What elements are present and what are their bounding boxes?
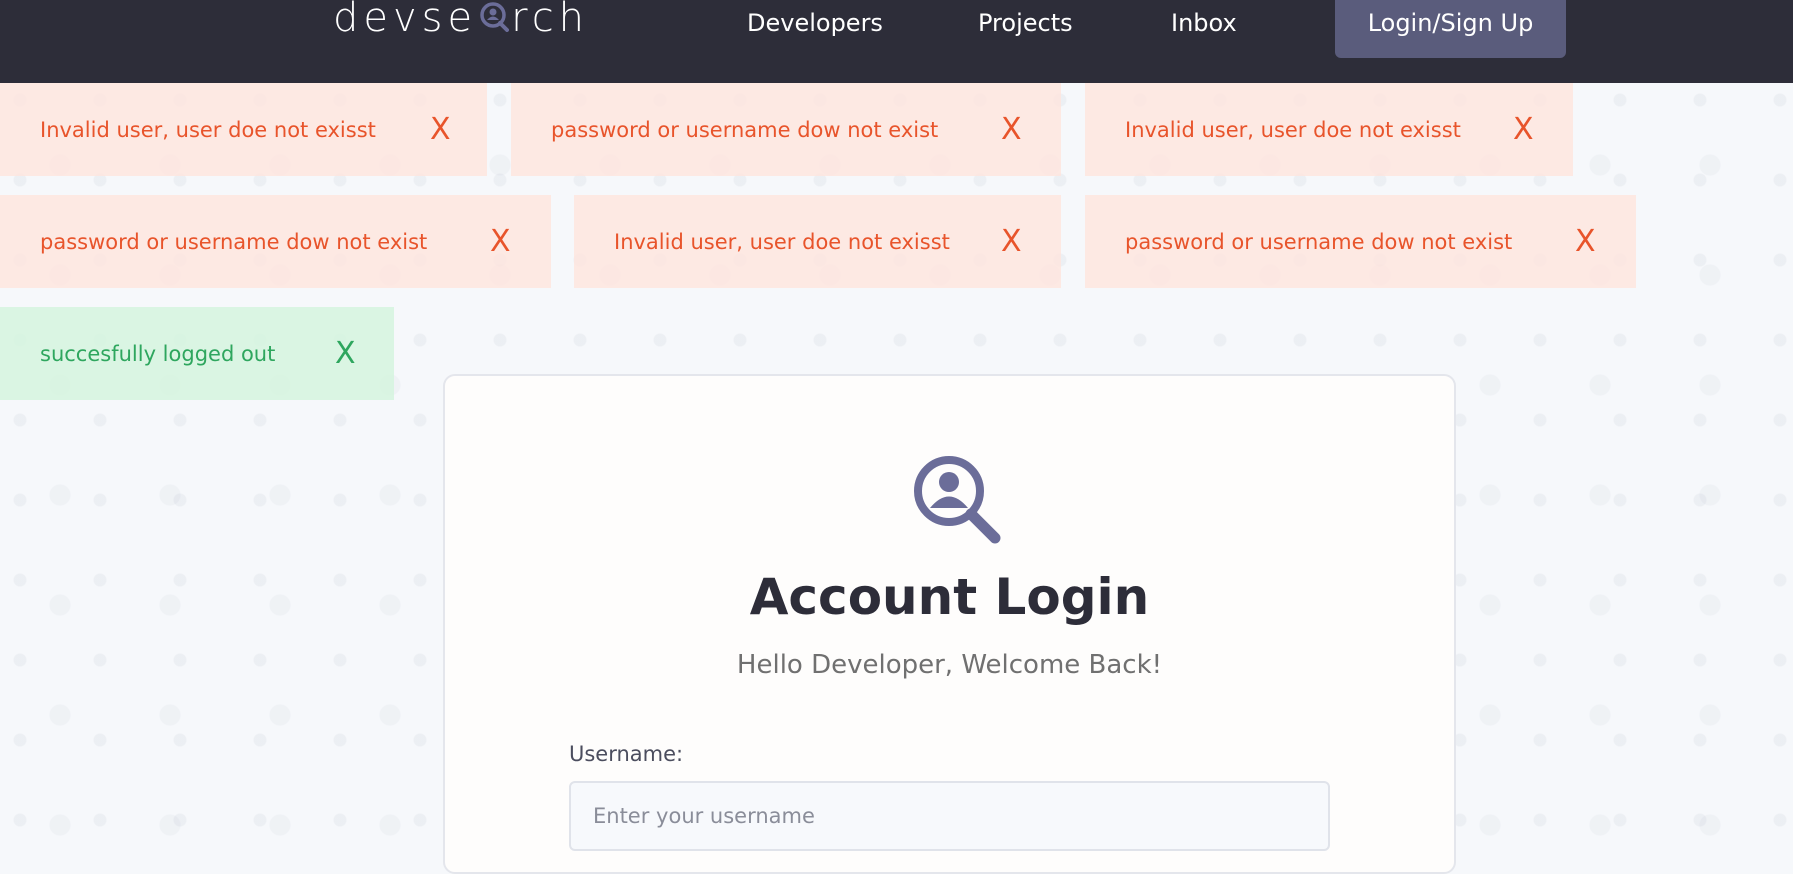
logo-text-right: rch — [511, 0, 590, 41]
logo[interactable]: devse rch — [333, 0, 589, 44]
alert-message: password or username dow not exist — [551, 117, 939, 142]
alert-success: succesfully logged out X — [0, 307, 394, 400]
nav-inbox[interactable]: Inbox — [1171, 0, 1237, 46]
nav-developers[interactable]: Developers — [747, 0, 883, 46]
alert-message: Invalid user, user doe not exisst — [1125, 117, 1461, 142]
alert-close-icon[interactable]: X — [1513, 83, 1534, 176]
login-signup-button[interactable]: Login/Sign Up — [1335, 0, 1566, 58]
alert-message: password or username dow not exist — [40, 229, 428, 254]
alert-message: succesfully logged out — [40, 341, 276, 366]
logo-search-icon — [479, 0, 510, 32]
alert-error: password or username dow not exist X — [0, 195, 551, 288]
page-subtitle: Hello Developer, Welcome Back! — [736, 650, 1163, 680]
navbar: devse rch Developers Projects Inbox Login… — [0, 0, 1793, 83]
login-card: Account Login Hello Developer, Welcome B… — [443, 374, 1456, 874]
page-title: Account Login — [749, 568, 1150, 626]
logo-text-left: devse — [333, 0, 478, 41]
alert-error: Invalid user, user doe not exisst X — [0, 83, 487, 176]
alert-message: Invalid user, user doe not exisst — [614, 229, 950, 254]
alert-close-icon[interactable]: X — [430, 83, 451, 176]
alert-close-icon[interactable]: X — [1001, 83, 1022, 176]
user-search-icon — [914, 456, 1001, 544]
alert-close-icon[interactable]: X — [1001, 195, 1022, 288]
alert-error: Invalid user, user doe not exisst X — [1085, 83, 1573, 176]
username-label: Username: — [569, 742, 684, 766]
alert-close-icon[interactable]: X — [1575, 195, 1596, 288]
alert-error: Invalid user, user doe not exisst X — [574, 195, 1061, 288]
alert-error: password or username dow not exist X — [1085, 195, 1636, 288]
alert-close-icon[interactable]: X — [335, 307, 356, 400]
nav-projects[interactable]: Projects — [978, 0, 1073, 46]
alert-error: password or username dow not exist X — [511, 83, 1061, 176]
username-input[interactable] — [569, 781, 1330, 851]
alert-message: Invalid user, user doe not exisst — [40, 117, 376, 142]
alert-close-icon[interactable]: X — [490, 195, 511, 288]
alert-message: password or username dow not exist — [1125, 229, 1513, 254]
